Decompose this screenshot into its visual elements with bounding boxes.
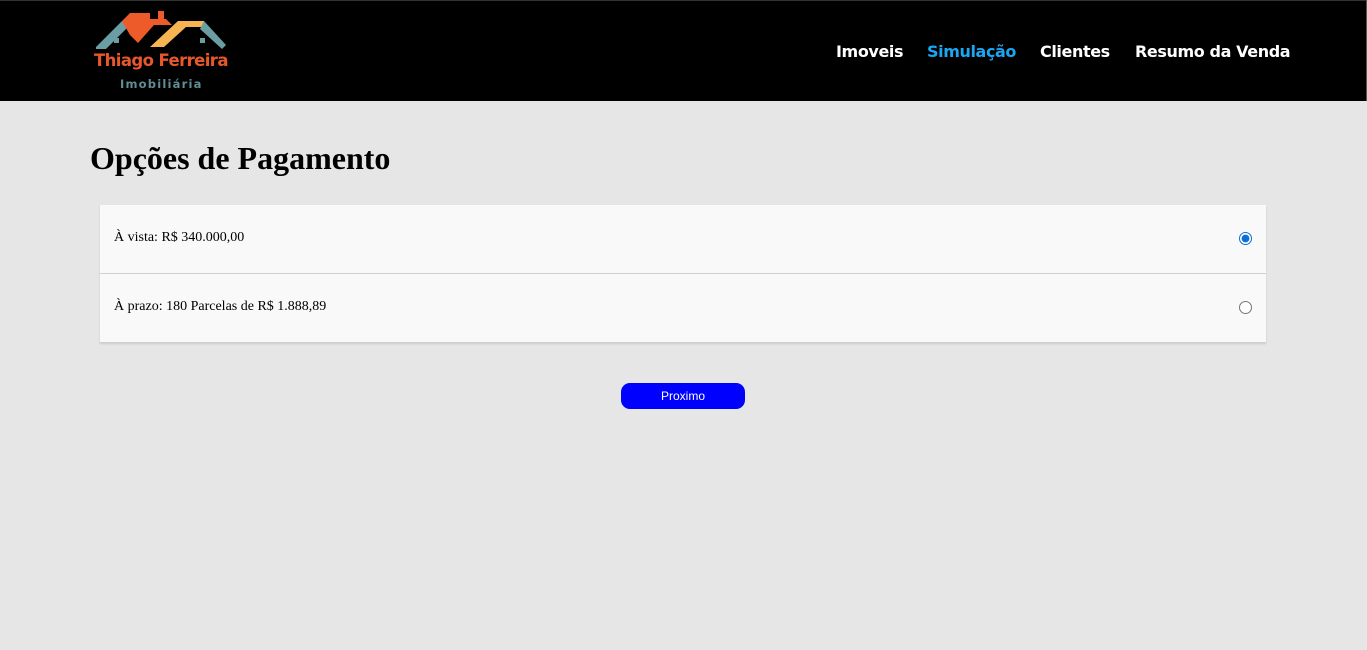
- payment-option-label: À vista: R$ 340.000,00: [114, 230, 245, 245]
- nav-item-resumo-da-venda[interactable]: Resumo da Venda: [1135, 41, 1291, 63]
- nav-item-clientes[interactable]: Clientes: [1040, 41, 1110, 63]
- nav-item-imoveis[interactable]: Imoveis: [836, 41, 904, 63]
- payment-option-label: À prazo: 180 Parcelas de R$ 1.888,89: [114, 299, 327, 314]
- next-button[interactable]: Proximo: [621, 383, 745, 409]
- brand-subtitle: Imobiliária: [120, 77, 203, 91]
- payment-options-list: À vista: R$ 340.000,00 À prazo: 180 Parc…: [100, 205, 1266, 343]
- payment-option-radio[interactable]: [1239, 232, 1252, 245]
- payment-option-radio[interactable]: [1239, 301, 1252, 314]
- house-roof-icon: [96, 11, 226, 49]
- page-title: Opções de Pagamento: [90, 140, 391, 176]
- top-navbar: Thiago Ferreira Imobiliária Imoveis Simu…: [0, 0, 1367, 101]
- nav-item-simulacao[interactable]: Simulação: [927, 41, 1016, 63]
- payment-option-a-prazo[interactable]: À prazo: 180 Parcelas de R$ 1.888,89: [100, 274, 1266, 343]
- payment-option-a-vista[interactable]: À vista: R$ 340.000,00: [100, 205, 1266, 274]
- brand-logo[interactable]: Thiago Ferreira Imobiliária: [92, 9, 234, 97]
- brand-name: Thiago Ferreira: [94, 51, 228, 70]
